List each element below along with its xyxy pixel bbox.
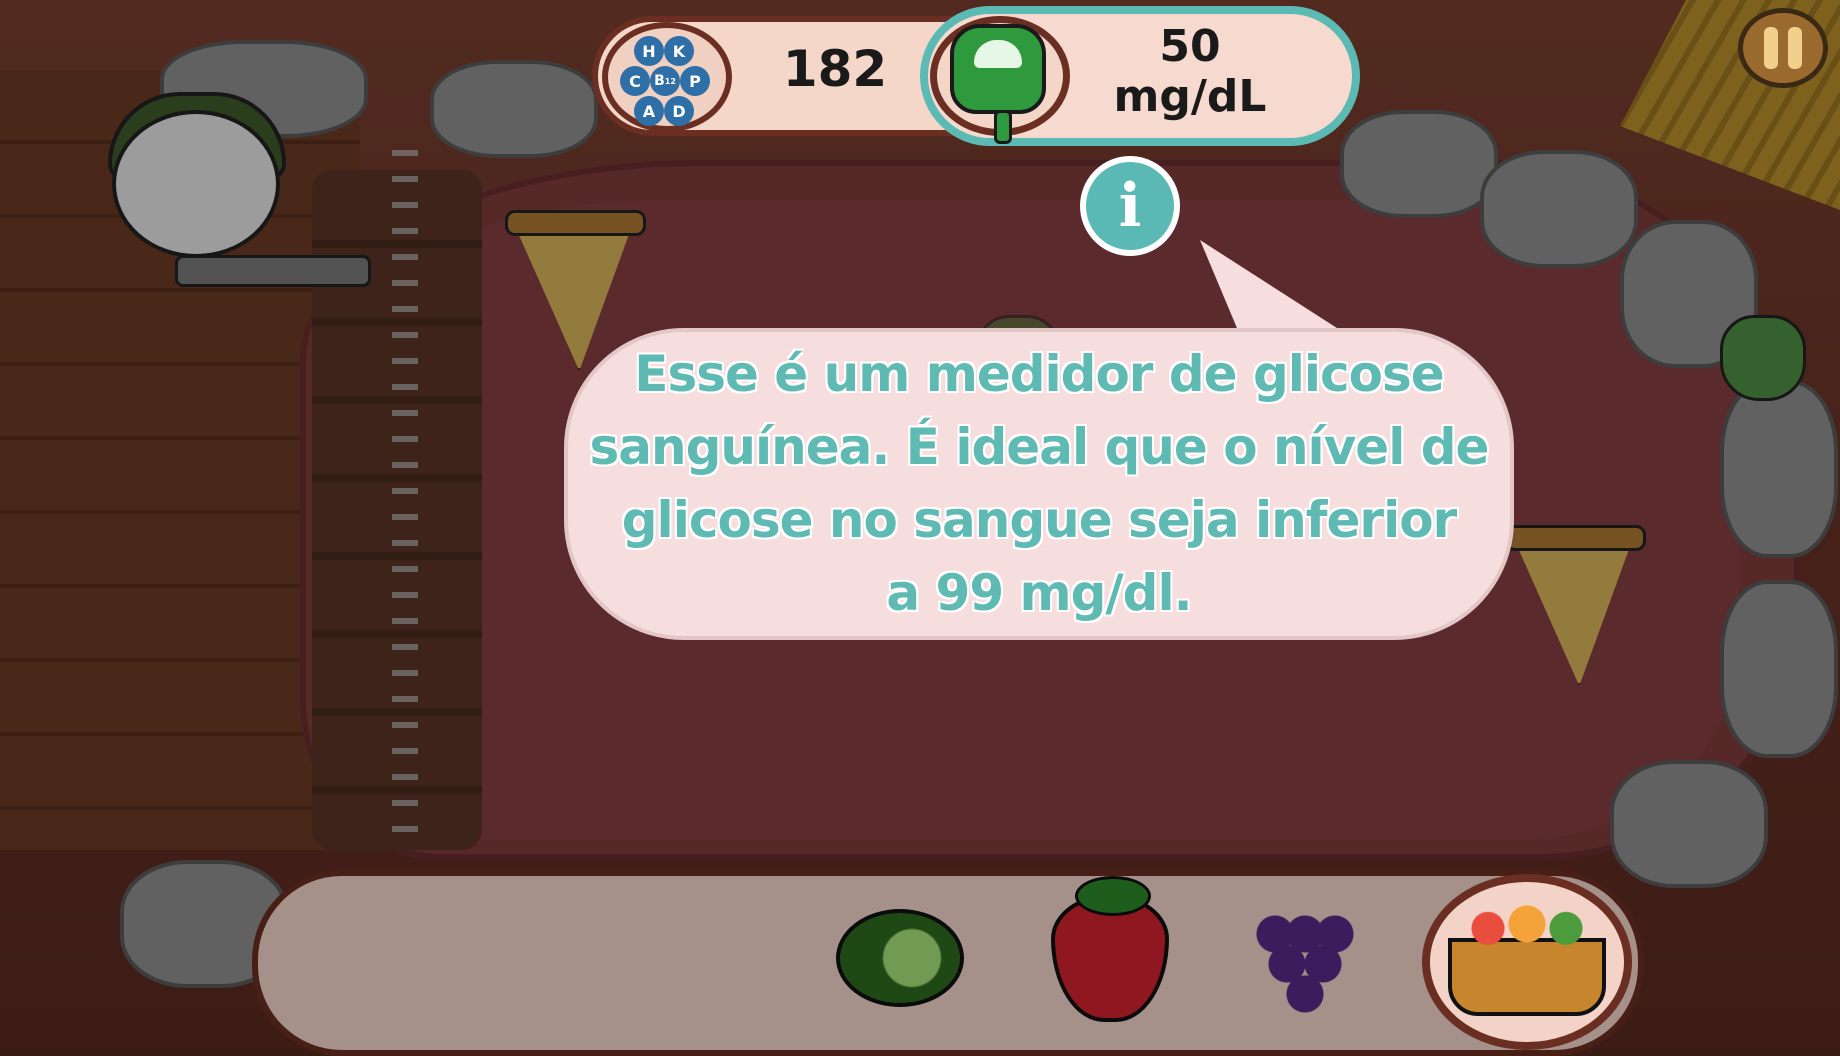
pause-icon-bar [1764, 27, 1778, 69]
vitamin-p: P [680, 66, 710, 96]
glucose-reading: 50 mg/dL [1075, 22, 1305, 122]
meter-tip [994, 110, 1012, 144]
score-value: 182 [782, 40, 888, 98]
basket-icon [1448, 902, 1606, 1016]
pause-button[interactable] [1738, 8, 1828, 88]
vitamin-a: A [634, 96, 664, 126]
vitamin-h: H [634, 36, 664, 66]
vitamin-d: D [664, 96, 694, 126]
tutorial-line: glicose no sangue seja inferior [621, 491, 1457, 549]
pause-icon-bar [1788, 27, 1802, 69]
tutorial-line: Esse é um medidor de glicose [634, 345, 1444, 403]
basket-button[interactable] [1422, 874, 1632, 1050]
tutorial-line: sanguínea. É ideal que o nível de [589, 418, 1490, 476]
vitamins-icon: H K C B 12 P A D [602, 22, 732, 132]
tutorial-line: a 99 mg/dl. [886, 564, 1192, 622]
info-icon[interactable]: i [1080, 156, 1180, 256]
tutorial-text: Esse é um medidor de glicose sanguínea. … [589, 338, 1490, 630]
glucose-value: 50 [1159, 21, 1221, 72]
tutorial-speech-bubble[interactable]: Esse é um medidor de glicose sanguínea. … [564, 328, 1514, 640]
vitamin-k: K [664, 36, 694, 66]
vitamin-b-subscript: 12 [664, 76, 676, 86]
glucose-meter-icon [950, 24, 1046, 144]
glucose-unit: mg/dL [1113, 71, 1267, 122]
vitamin-b: B 12 [650, 66, 680, 96]
vitamin-c: C [620, 66, 650, 96]
meter-screen [974, 40, 1022, 68]
